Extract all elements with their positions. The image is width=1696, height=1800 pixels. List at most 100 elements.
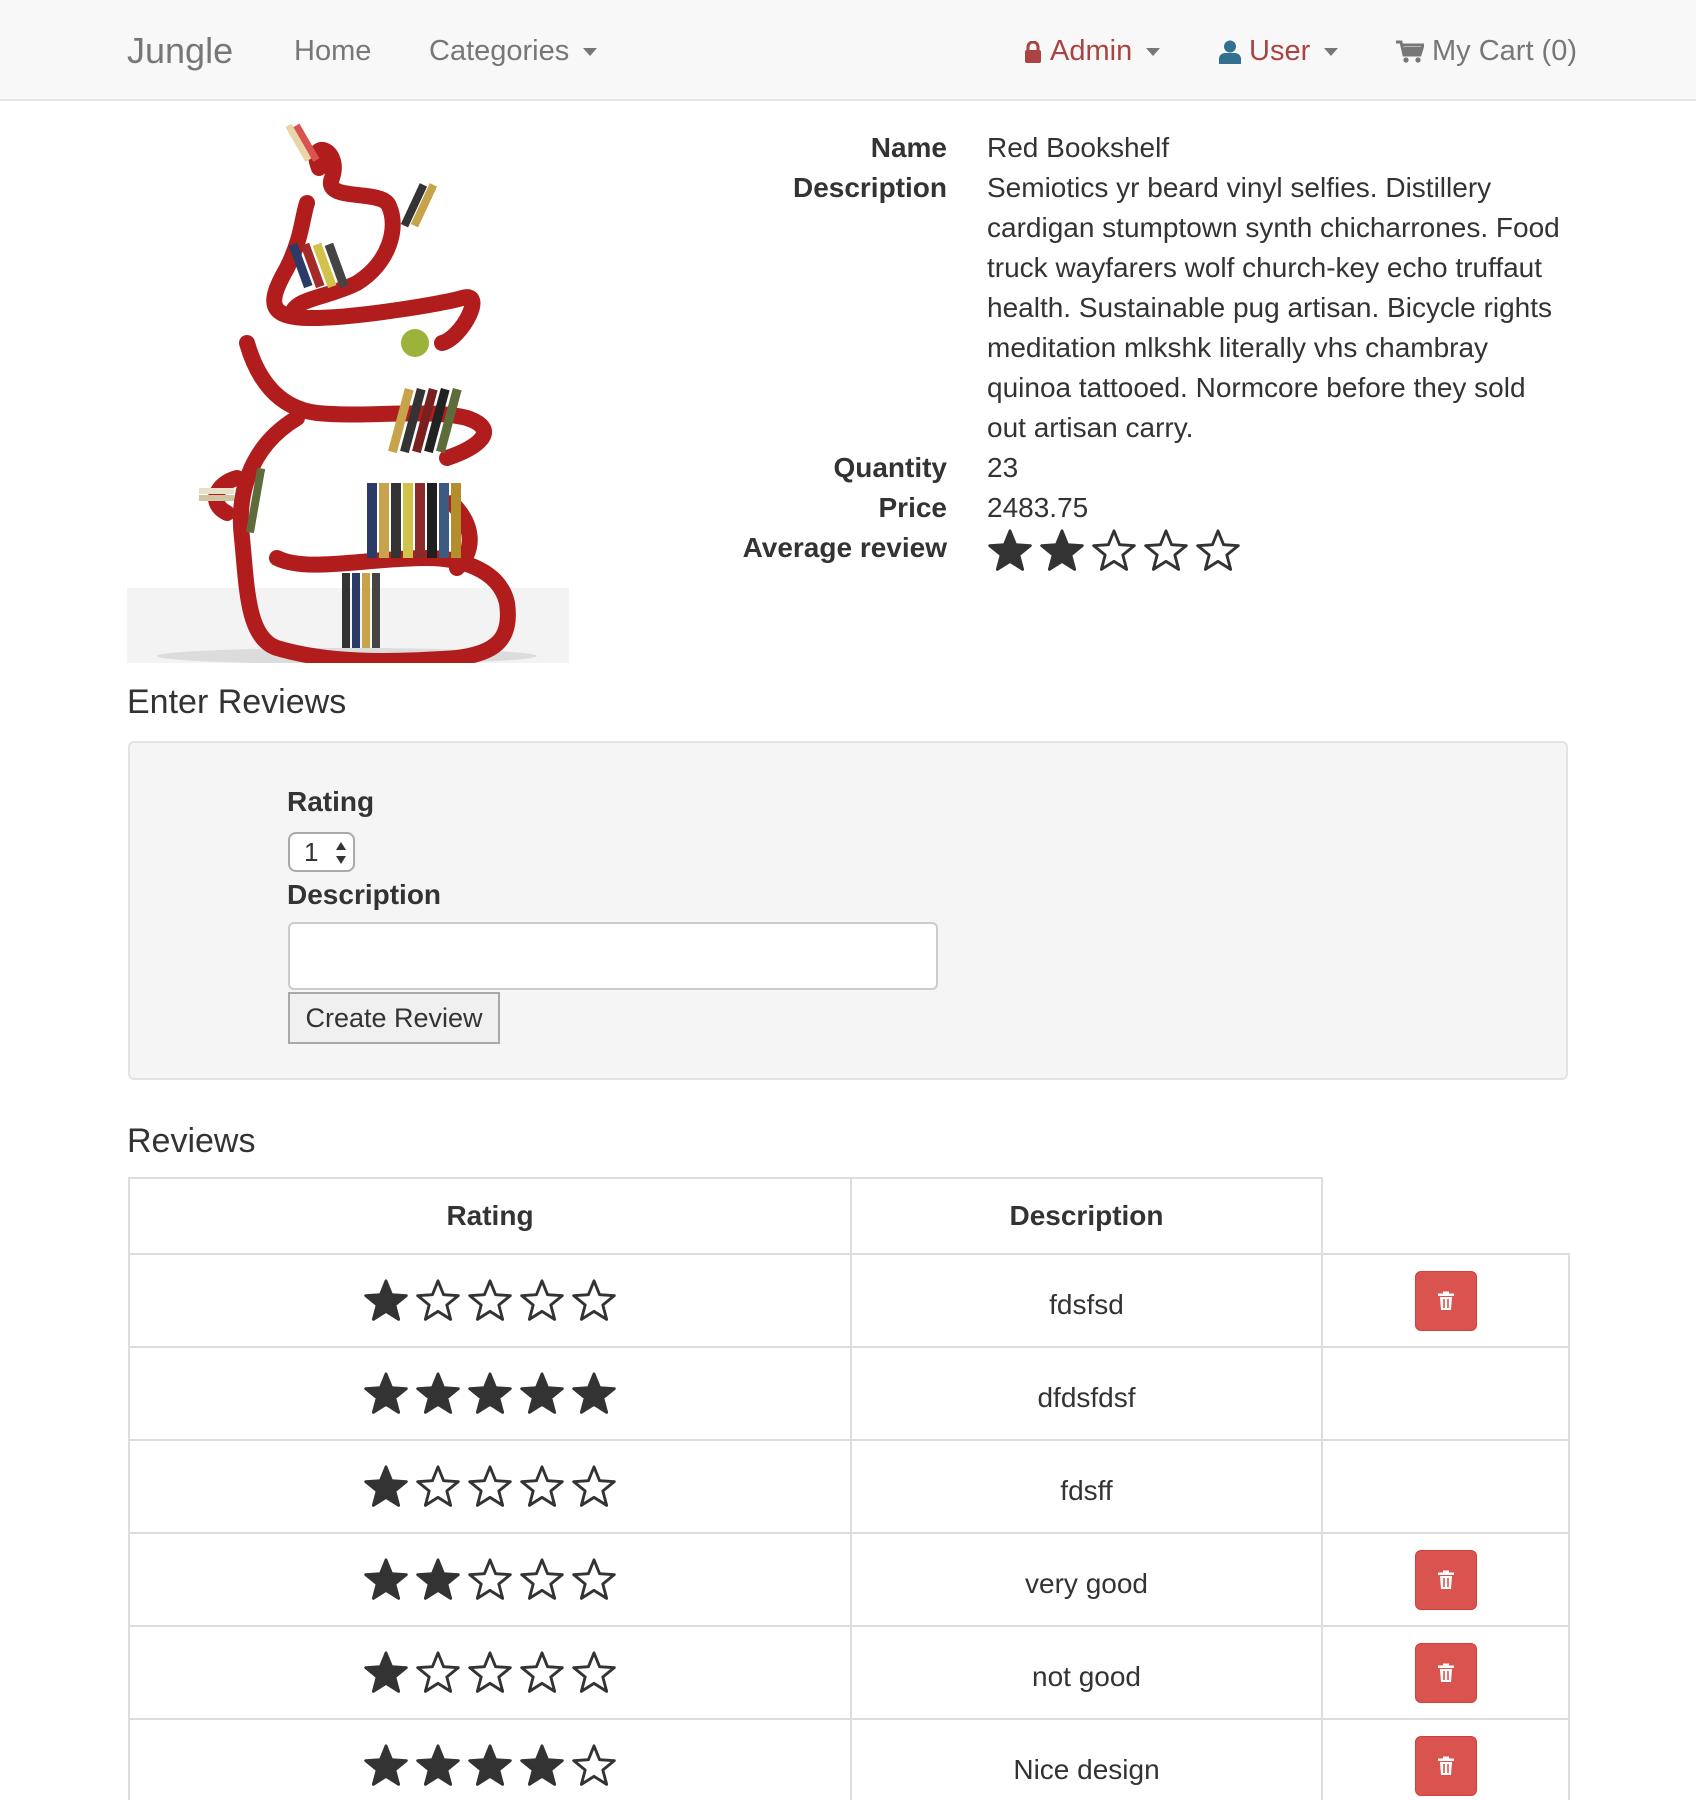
review-description: fdsff [850,1439,1323,1534]
review-rating-cell [128,1532,852,1627]
delete-review-button[interactable] [1414,1270,1477,1331]
star-filled-icon [416,1371,460,1414]
nav-home[interactable]: Home [294,35,371,68]
star-filled-icon [364,1371,408,1414]
column-header-actions [1321,1178,1569,1255]
star-empty-icon [1144,529,1188,571]
star-filled-icon [416,1743,460,1786]
star-empty-icon [520,1464,564,1507]
review-description: Nice design [850,1718,1323,1800]
star-empty-icon [416,1278,460,1321]
table-row: fdsfsd [128,1253,1570,1348]
review-actions-cell [1321,1625,1570,1720]
rating-input[interactable]: 1 [288,832,355,872]
star-filled-icon [468,1371,512,1414]
trash-icon [1437,1291,1454,1310]
review-rating-cell [128,1439,852,1534]
star-filled-icon [988,529,1032,571]
star-empty-icon [468,1278,512,1321]
review-actions-cell [1321,1439,1570,1534]
table-row: Nice design [128,1718,1570,1800]
star-empty-icon [1092,529,1136,571]
review-rating-cell [128,1625,852,1720]
product-price: 2483.75 [987,492,1089,523]
star-empty-icon [572,1743,616,1786]
product-name-label: Name [870,132,947,163]
star-empty-icon [572,1464,616,1507]
column-header-rating: Rating [128,1177,852,1255]
star-filled-icon [1040,529,1084,571]
nav-cart-label: My Cart (0) [1432,35,1577,67]
column-header-description: Description [850,1177,1323,1255]
star-empty-icon [468,1650,512,1693]
star-empty-icon [572,1557,616,1600]
spinner-arrows-icon[interactable] [335,840,347,866]
product-image [127,123,569,663]
review-actions-cell [1321,1532,1570,1627]
create-review-button[interactable]: Create Review [288,992,500,1044]
star-filled-icon [364,1464,408,1507]
review-rating-stars [130,1743,850,1789]
star-empty-icon [520,1650,564,1693]
caret-down-icon [1324,47,1339,56]
review-rating-stars [130,1464,850,1510]
star-empty-icon [468,1557,512,1600]
product-description-label: Description [792,172,947,203]
star-empty-icon [416,1650,460,1693]
review-rating-stars [130,1650,850,1696]
star-empty-icon [468,1464,512,1507]
delete-review-button[interactable] [1414,1735,1477,1796]
product-details: Name Red Bookshelf Description Semiotics… [700,128,1560,574]
reviews-table: Rating Description fdsfsd dfdsfdsf fdsff ve… [128,1177,1570,1800]
nav-user-dropdown[interactable]: User [1219,35,1339,68]
brand-logo[interactable]: Jungle [127,30,233,72]
table-row: not good [128,1625,1570,1720]
star-empty-icon [572,1278,616,1321]
star-empty-icon [520,1278,564,1321]
review-rating-cell [128,1253,852,1348]
product-name: Red Bookshelf [987,132,1170,163]
star-empty-icon [1196,529,1240,571]
review-rating-stars [130,1278,850,1324]
table-row: fdsff [128,1439,1570,1534]
nav-home-label: Home [294,35,372,67]
star-filled-icon [520,1743,564,1786]
product-description: Semiotics yr beard vinyl selfies. Distil… [987,172,1560,443]
star-empty-icon [416,1464,460,1507]
star-filled-icon [468,1743,512,1786]
description-input[interactable] [288,922,938,990]
nav-admin-label: Admin [1050,35,1133,67]
trash-icon [1437,1570,1454,1589]
delete-review-button[interactable] [1414,1549,1477,1610]
star-filled-icon [416,1557,460,1600]
star-filled-icon [520,1371,564,1414]
product-quantity-label: Quantity [833,452,947,483]
review-description: very good [850,1532,1323,1627]
nav-categories-dropdown[interactable]: Categories [429,35,598,68]
review-actions-cell [1321,1718,1570,1800]
average-review-label: Average review [742,532,947,563]
review-rating-stars [130,1371,850,1417]
review-rating-cell [128,1346,852,1441]
delete-review-button[interactable] [1414,1642,1477,1703]
star-filled-icon [364,1557,408,1600]
star-filled-icon [364,1278,408,1321]
star-filled-icon [364,1650,408,1693]
review-description: dfdsfdsf [850,1346,1323,1441]
lock-icon [1025,40,1041,63]
star-filled-icon [364,1743,408,1786]
review-description: fdsfsd [850,1253,1323,1348]
star-empty-icon [572,1650,616,1693]
review-form: Rating 1 Description Create Review [128,741,1568,1080]
table-row: very good [128,1532,1570,1627]
user-icon [1219,40,1241,64]
rating-label: Rating [287,786,375,817]
nav-cart[interactable]: My Cart (0) [1396,35,1577,68]
nav-admin-dropdown[interactable]: Admin [1024,35,1161,68]
caret-down-icon [583,47,598,56]
star-empty-icon [520,1557,564,1600]
navbar: Jungle Home Categories Admin User My Car… [0,0,1696,101]
product-price-label: Price [878,492,948,523]
star-filled-icon [572,1371,616,1414]
review-actions-cell [1321,1346,1570,1441]
